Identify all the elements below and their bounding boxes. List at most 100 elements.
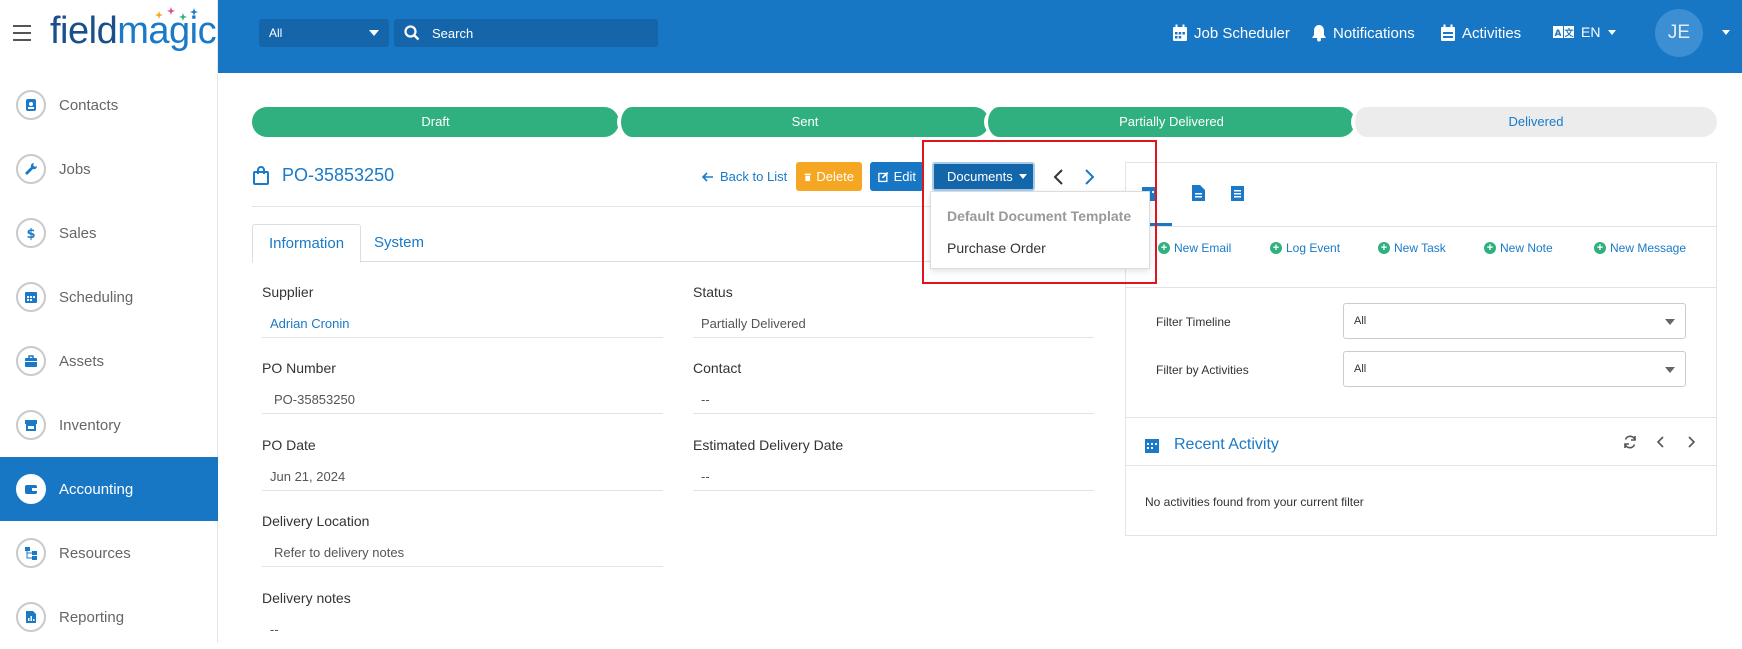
sidebar-item-accounting[interactable]: Accounting bbox=[0, 457, 218, 521]
recent-activity-title: Recent Activity bbox=[1174, 436, 1279, 453]
sidebar-item-label: Assets bbox=[59, 352, 105, 370]
step-draft: Draft bbox=[252, 107, 619, 137]
filter-activities-select[interactable]: All bbox=[1343, 351, 1686, 387]
new-note-label: New Note bbox=[1500, 241, 1553, 255]
divider bbox=[1126, 465, 1716, 466]
empty-activity-message: No activities found from your current fi… bbox=[1145, 495, 1364, 509]
search-scope-select[interactable]: All bbox=[259, 19, 389, 47]
tab-information[interactable]: Information bbox=[252, 224, 362, 263]
edit-label: Edit bbox=[893, 169, 916, 184]
search-input[interactable] bbox=[432, 23, 652, 43]
po-number-label: PO Number bbox=[262, 360, 336, 376]
calendar-icon bbox=[1145, 439, 1159, 453]
delete-button[interactable]: Delete bbox=[796, 162, 862, 191]
estimated-delivery-value: -- bbox=[693, 461, 1094, 491]
chevron-left-icon[interactable] bbox=[1656, 435, 1666, 449]
log-event-label: Log Event bbox=[1286, 241, 1341, 255]
delivery-location-value: Refer to delivery notes bbox=[262, 537, 663, 567]
activities-link[interactable]: Activities bbox=[1440, 24, 1521, 42]
sidebar-item-resources[interactable]: Resources bbox=[0, 521, 218, 585]
status-label: Status bbox=[693, 284, 733, 300]
step-sent: Sent bbox=[617, 107, 989, 137]
sidebar-item-label: Jobs bbox=[59, 160, 91, 178]
delete-label: Delete bbox=[816, 169, 854, 184]
chevron-right-icon[interactable] bbox=[1686, 435, 1696, 449]
status-value: Partially Delivered bbox=[693, 308, 1094, 338]
edit-button[interactable]: Edit bbox=[870, 162, 924, 191]
search-scope-value: All bbox=[269, 26, 283, 40]
job-scheduler-label: Job Scheduler bbox=[1194, 24, 1290, 42]
hamburger-menu-icon[interactable] bbox=[13, 25, 31, 41]
plus-circle-icon: + bbox=[1158, 242, 1170, 254]
job-scheduler-link[interactable]: Job Scheduler bbox=[1172, 24, 1290, 42]
chevron-down-icon bbox=[1665, 367, 1675, 373]
timeline-tab-row bbox=[1126, 163, 1716, 227]
contact-card-icon bbox=[16, 90, 46, 120]
store-icon bbox=[16, 410, 46, 440]
plus-circle-icon: + bbox=[1378, 242, 1390, 254]
language-select[interactable]: A文 EN bbox=[1553, 24, 1617, 40]
avatar[interactable]: JE bbox=[1655, 9, 1703, 57]
calendar-icon bbox=[1173, 24, 1187, 41]
sidebar-item-scheduling[interactable]: Scheduling bbox=[0, 265, 218, 329]
translate-icon: A文 bbox=[1553, 26, 1574, 39]
new-email-label: New Email bbox=[1174, 241, 1232, 255]
log-event-button[interactable]: + Log Event bbox=[1270, 241, 1340, 255]
chevron-down-icon[interactable] bbox=[1722, 30, 1730, 35]
back-to-list-link[interactable]: Back to List bbox=[702, 169, 787, 184]
timeline-actions: + New Email + Log Event + New Task + New Not… bbox=[1126, 241, 1716, 265]
sidebar-item-label: Resources bbox=[59, 544, 131, 562]
wallet-icon bbox=[16, 474, 46, 504]
delivery-location-label: Delivery Location bbox=[262, 513, 370, 529]
svg-text:$: $ bbox=[26, 227, 35, 241]
sidebar-item-assets[interactable]: Assets bbox=[0, 329, 218, 393]
po-date-label: PO Date bbox=[262, 437, 316, 453]
new-task-label: New Task bbox=[1394, 241, 1446, 255]
timeline-panel: + New Email + Log Event + New Task + New Not… bbox=[1125, 162, 1717, 536]
filter-timeline-label: Filter Timeline bbox=[1156, 315, 1231, 329]
new-message-label: New Message bbox=[1610, 241, 1687, 255]
topbar: All Job Scheduler Notifications Activiti… bbox=[218, 0, 1742, 73]
supplier-value[interactable]: Adrian Cronin bbox=[262, 308, 663, 338]
po-date-value: Jun 21, 2024 bbox=[262, 461, 663, 491]
sidebar-item-label: Accounting bbox=[59, 480, 134, 498]
filter-timeline-select[interactable]: All bbox=[1343, 303, 1686, 339]
estimated-delivery-label: Estimated Delivery Date bbox=[693, 437, 844, 453]
filter-activities-label: Filter by Activities bbox=[1156, 363, 1249, 377]
sidebar-item-reporting[interactable]: Reporting bbox=[0, 585, 218, 649]
sidebar-item-jobs[interactable]: Jobs bbox=[0, 137, 218, 201]
hierarchy-icon bbox=[16, 538, 46, 568]
divider bbox=[1126, 417, 1716, 418]
sidebar-item-label: Scheduling bbox=[59, 288, 134, 306]
contact-value: -- bbox=[693, 384, 1094, 414]
sidebar-item-inventory[interactable]: Inventory bbox=[0, 393, 218, 457]
svg-text:文: 文 bbox=[1563, 27, 1574, 39]
filter-timeline-value: All bbox=[1354, 315, 1367, 327]
activities-label: Activities bbox=[1462, 24, 1522, 42]
logo-text-field: field bbox=[50, 10, 118, 52]
trash-icon bbox=[804, 173, 811, 181]
language-value: EN bbox=[1581, 24, 1601, 40]
chevron-down-icon bbox=[369, 30, 379, 36]
search-box bbox=[394, 19, 658, 47]
sidebar-item-sales[interactable]: $ Sales bbox=[0, 201, 218, 265]
sidebar-item-contacts[interactable]: Contacts bbox=[0, 73, 218, 137]
refresh-icon[interactable] bbox=[1623, 435, 1637, 449]
dollar-icon: $ bbox=[16, 218, 46, 248]
edit-icon bbox=[878, 171, 889, 182]
new-message-button[interactable]: + New Message bbox=[1594, 241, 1686, 255]
notifications-link[interactable]: Notifications bbox=[1311, 24, 1415, 42]
document-tab-icon[interactable] bbox=[1192, 185, 1205, 201]
new-email-button[interactable]: + New Email bbox=[1158, 241, 1231, 255]
list-tab-icon[interactable] bbox=[1231, 185, 1244, 201]
tab-system[interactable]: System bbox=[358, 224, 440, 262]
plus-circle-icon: + bbox=[1484, 242, 1496, 254]
contact-label: Contact bbox=[693, 360, 742, 376]
page-title: PO-35853250 bbox=[282, 165, 395, 185]
sidebar-item-label: Sales bbox=[59, 224, 97, 242]
notifications-label: Notifications bbox=[1333, 24, 1415, 42]
po-number-value: PO-35853250 bbox=[262, 384, 663, 414]
new-task-button[interactable]: + New Task bbox=[1378, 241, 1446, 255]
new-note-button[interactable]: + New Note bbox=[1484, 241, 1553, 255]
calendar-list-icon bbox=[1441, 24, 1455, 41]
